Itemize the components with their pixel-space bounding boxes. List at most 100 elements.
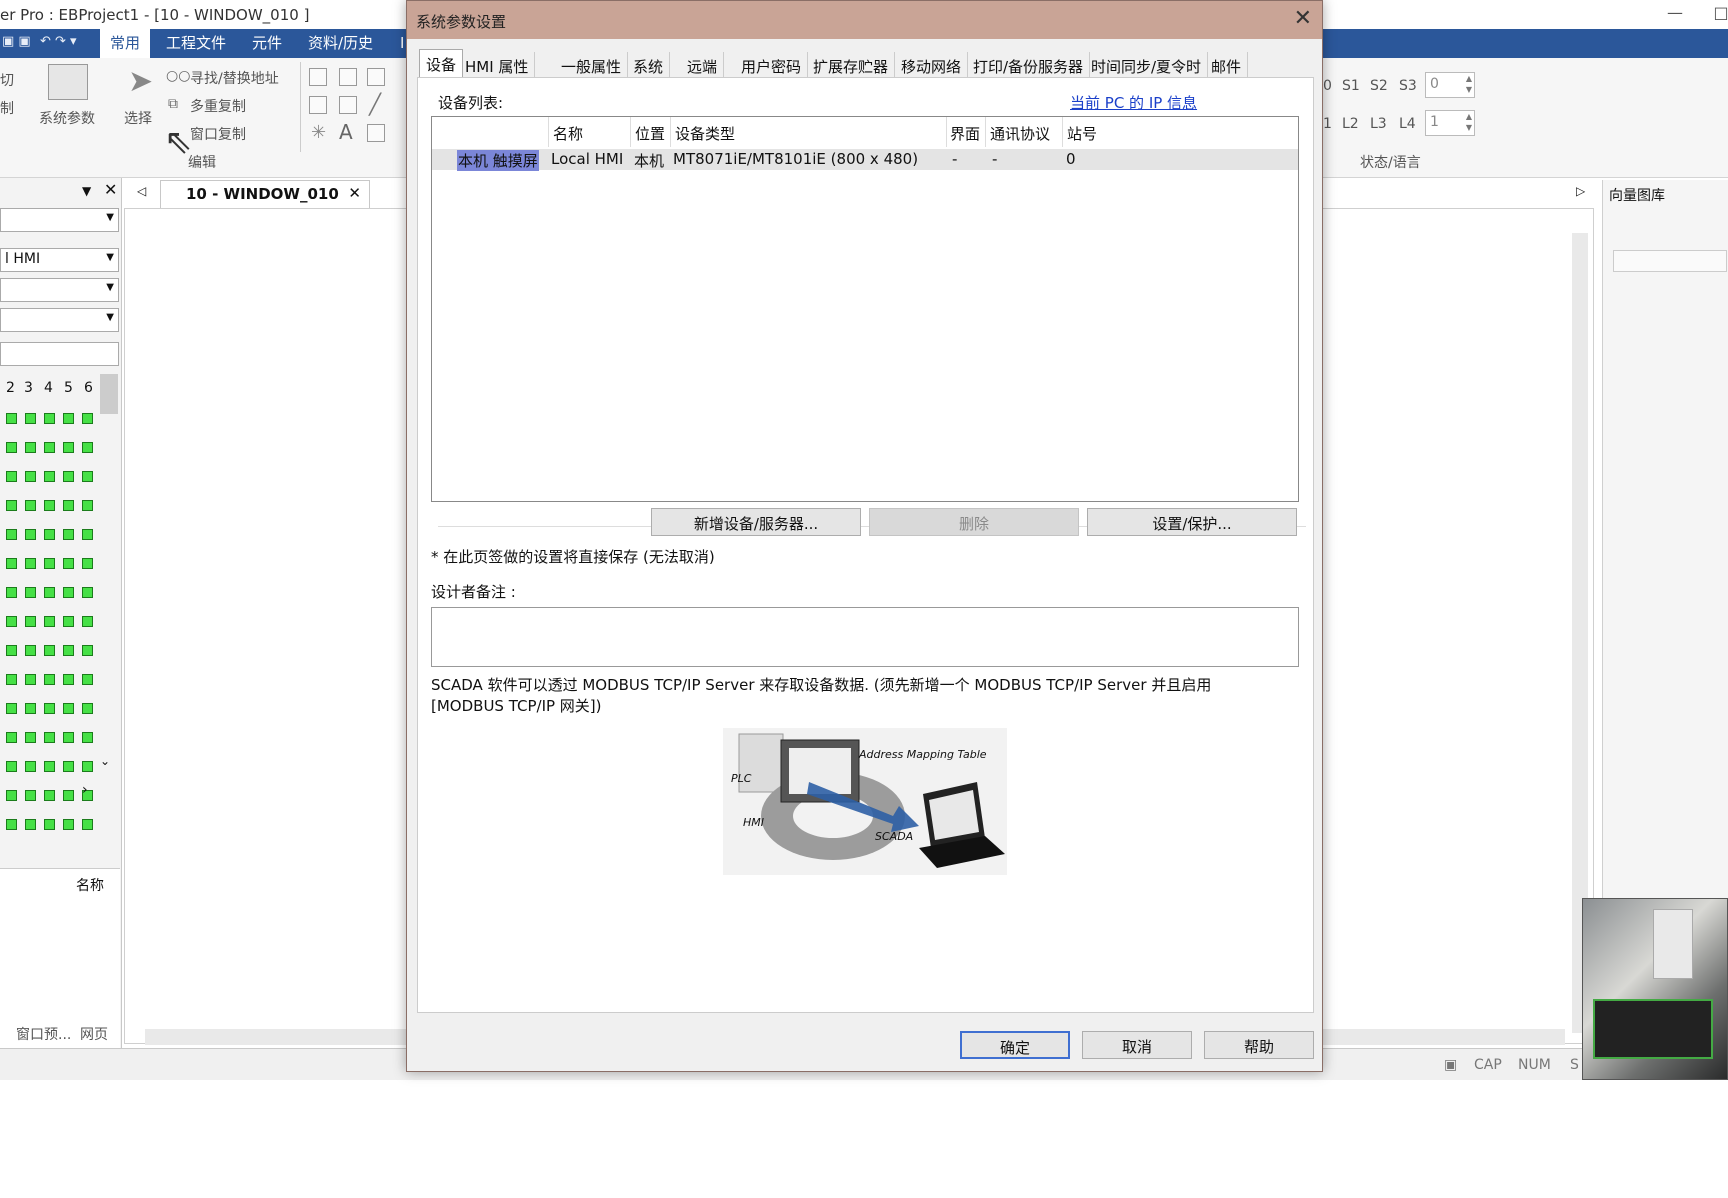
abc-icon[interactable] — [339, 96, 357, 114]
bit-state-cell[interactable] — [44, 761, 55, 772]
bit-state-cell[interactable] — [82, 703, 93, 714]
bit-state-cell[interactable] — [82, 587, 93, 598]
bit-state-cell[interactable] — [44, 790, 55, 801]
bit-state-cell[interactable] — [44, 674, 55, 685]
bit-state-cell[interactable] — [63, 790, 74, 801]
help-button[interactable]: 帮助 — [1204, 1031, 1314, 1059]
switch-icon[interactable] — [339, 68, 357, 86]
bit-state-cell[interactable] — [82, 645, 93, 656]
add-device-server-button[interactable]: 新增设备/服务器... — [651, 508, 861, 536]
state-s3[interactable]: S3 — [1399, 78, 1417, 94]
select-arrow-icon[interactable]: ➤ — [128, 64, 153, 99]
system-params-icon[interactable] — [48, 64, 88, 100]
col-header-location[interactable]: 位置 — [635, 123, 665, 144]
bit-state-cell[interactable] — [82, 819, 93, 830]
select-label[interactable]: 选择 — [124, 108, 152, 128]
bit-state-cell[interactable] — [44, 587, 55, 598]
col-header-name[interactable]: 名称 — [553, 123, 583, 144]
bit-state-cell[interactable] — [44, 558, 55, 569]
keypad-icon[interactable] — [367, 68, 385, 86]
tab-general-properties[interactable]: 一般属性 — [555, 52, 629, 77]
maximize-button[interactable]: □ — [1698, 0, 1728, 29]
panel-dropdown-1[interactable]: ▼ — [0, 208, 119, 232]
text-icon[interactable]: A — [339, 120, 353, 144]
copy-label[interactable]: 制 — [0, 98, 14, 118]
tab-window-preview[interactable]: 窗口预... — [16, 1024, 71, 1044]
close-tab-icon[interactable]: ✕ — [348, 184, 361, 202]
bit-state-cell[interactable] — [63, 703, 74, 714]
bit-state-cell[interactable] — [82, 616, 93, 627]
picture-icon[interactable] — [367, 124, 385, 142]
state-spinner[interactable]: 0 ▲ ▼ — [1425, 72, 1475, 98]
bit-state-cell[interactable] — [6, 761, 17, 772]
bit-state-cell[interactable] — [25, 674, 36, 685]
bit-state-cell[interactable] — [63, 471, 74, 482]
tab-scroll-left-icon[interactable]: ◁ — [137, 184, 146, 198]
bit-state-cell[interactable] — [25, 790, 36, 801]
vector-library-search[interactable] — [1613, 250, 1727, 272]
ribbon-tab-objects[interactable]: 元件 — [242, 29, 292, 58]
bit-state-cell[interactable] — [6, 732, 17, 743]
bit-state-cell[interactable] — [6, 790, 17, 801]
cut-label[interactable]: 切 — [0, 70, 14, 90]
numeric-icon[interactable] — [309, 96, 327, 114]
ribbon-tab-data-history[interactable]: 资料/历史 — [298, 29, 383, 58]
ok-button[interactable]: 确定 — [960, 1031, 1070, 1059]
bit-state-cell[interactable] — [63, 413, 74, 424]
cancel-button[interactable]: 取消 — [1082, 1031, 1192, 1059]
state-s2[interactable]: S2 — [1370, 78, 1388, 94]
bit-state-cell[interactable] — [44, 471, 55, 482]
delete-button[interactable]: 删除 — [869, 508, 1079, 536]
save-icon[interactable]: ▣ ▣ — [2, 34, 31, 49]
row-location[interactable]: 本机 — [634, 150, 664, 171]
bit-state-cell[interactable] — [25, 732, 36, 743]
bit-state-cell[interactable] — [44, 732, 55, 743]
panel-menu-icon[interactable]: ▼ — [82, 184, 91, 198]
lang-l2[interactable]: L2 — [1342, 116, 1359, 132]
row-interface[interactable]: - — [952, 150, 957, 168]
bulb-icon[interactable] — [309, 68, 327, 86]
bit-state-cell[interactable] — [44, 819, 55, 830]
pc-ip-info-link[interactable]: 当前 PC 的 IP 信息 — [1070, 92, 1197, 113]
line-icon[interactable]: ╱ — [369, 92, 381, 116]
bit-state-cell[interactable] — [25, 500, 36, 511]
sparkle-icon[interactable]: ✳ — [311, 122, 326, 143]
tab-mobile-network[interactable]: 移动网络 — [895, 52, 969, 77]
tab-user-password[interactable]: 用户密码 — [735, 52, 809, 77]
ribbon-tab-common[interactable]: 常用 — [100, 29, 151, 58]
device-table[interactable]: 名称 位置 设备类型 界面 通讯协议 站号 本机 触摸屏 Local HMI 本… — [431, 116, 1299, 502]
minimize-button[interactable]: — — [1652, 0, 1698, 29]
lang-l4[interactable]: L4 — [1399, 116, 1416, 132]
tab-email[interactable]: 邮件 — [1205, 52, 1249, 77]
panel-dropdown-3[interactable]: ▼ — [0, 278, 119, 302]
bit-state-cell[interactable] — [63, 500, 74, 511]
state-s0[interactable]: 0 — [1323, 78, 1332, 94]
bit-state-cell[interactable] — [63, 761, 74, 772]
bit-state-cell[interactable] — [25, 471, 36, 482]
row-name[interactable]: Local HMI — [551, 150, 623, 168]
dialog-close-icon[interactable]: ✕ — [1294, 6, 1312, 31]
bit-state-cell[interactable] — [82, 674, 93, 685]
panel-dropdown-2[interactable]: l HMI ▼ — [0, 248, 119, 272]
bit-state-cell[interactable] — [82, 413, 93, 424]
find-replace-label[interactable]: 寻找/替换地址 — [190, 68, 279, 88]
bit-state-cell[interactable] — [63, 529, 74, 540]
bit-state-cell[interactable] — [6, 616, 17, 627]
col-header-protocol[interactable]: 通讯协议 — [990, 123, 1050, 144]
panel-text-input[interactable] — [0, 342, 119, 366]
tab-print-backup-server[interactable]: 打印/备份服务器 — [967, 52, 1091, 77]
panel-close-icon[interactable]: ✕ — [104, 180, 117, 199]
bit-state-cell[interactable] — [25, 616, 36, 627]
document-tab[interactable]: 10 - WINDOW_010 ✕ — [160, 180, 370, 208]
ribbon-tab-project[interactable]: 工程文件 — [156, 29, 236, 58]
bit-state-cell[interactable] — [25, 529, 36, 540]
designer-memo-field[interactable] — [431, 607, 1299, 667]
bit-state-cell[interactable] — [25, 587, 36, 598]
bit-state-cell[interactable] — [44, 703, 55, 714]
panel-dropdown-4[interactable]: ▼ — [0, 308, 119, 332]
bit-state-cell[interactable] — [82, 471, 93, 482]
tab-device[interactable]: 设备 — [419, 49, 464, 78]
col-header-device-type[interactable]: 设备类型 — [675, 123, 735, 144]
row-tag[interactable]: 本机 触摸屏 — [457, 150, 539, 171]
bit-state-cell[interactable] — [63, 674, 74, 685]
